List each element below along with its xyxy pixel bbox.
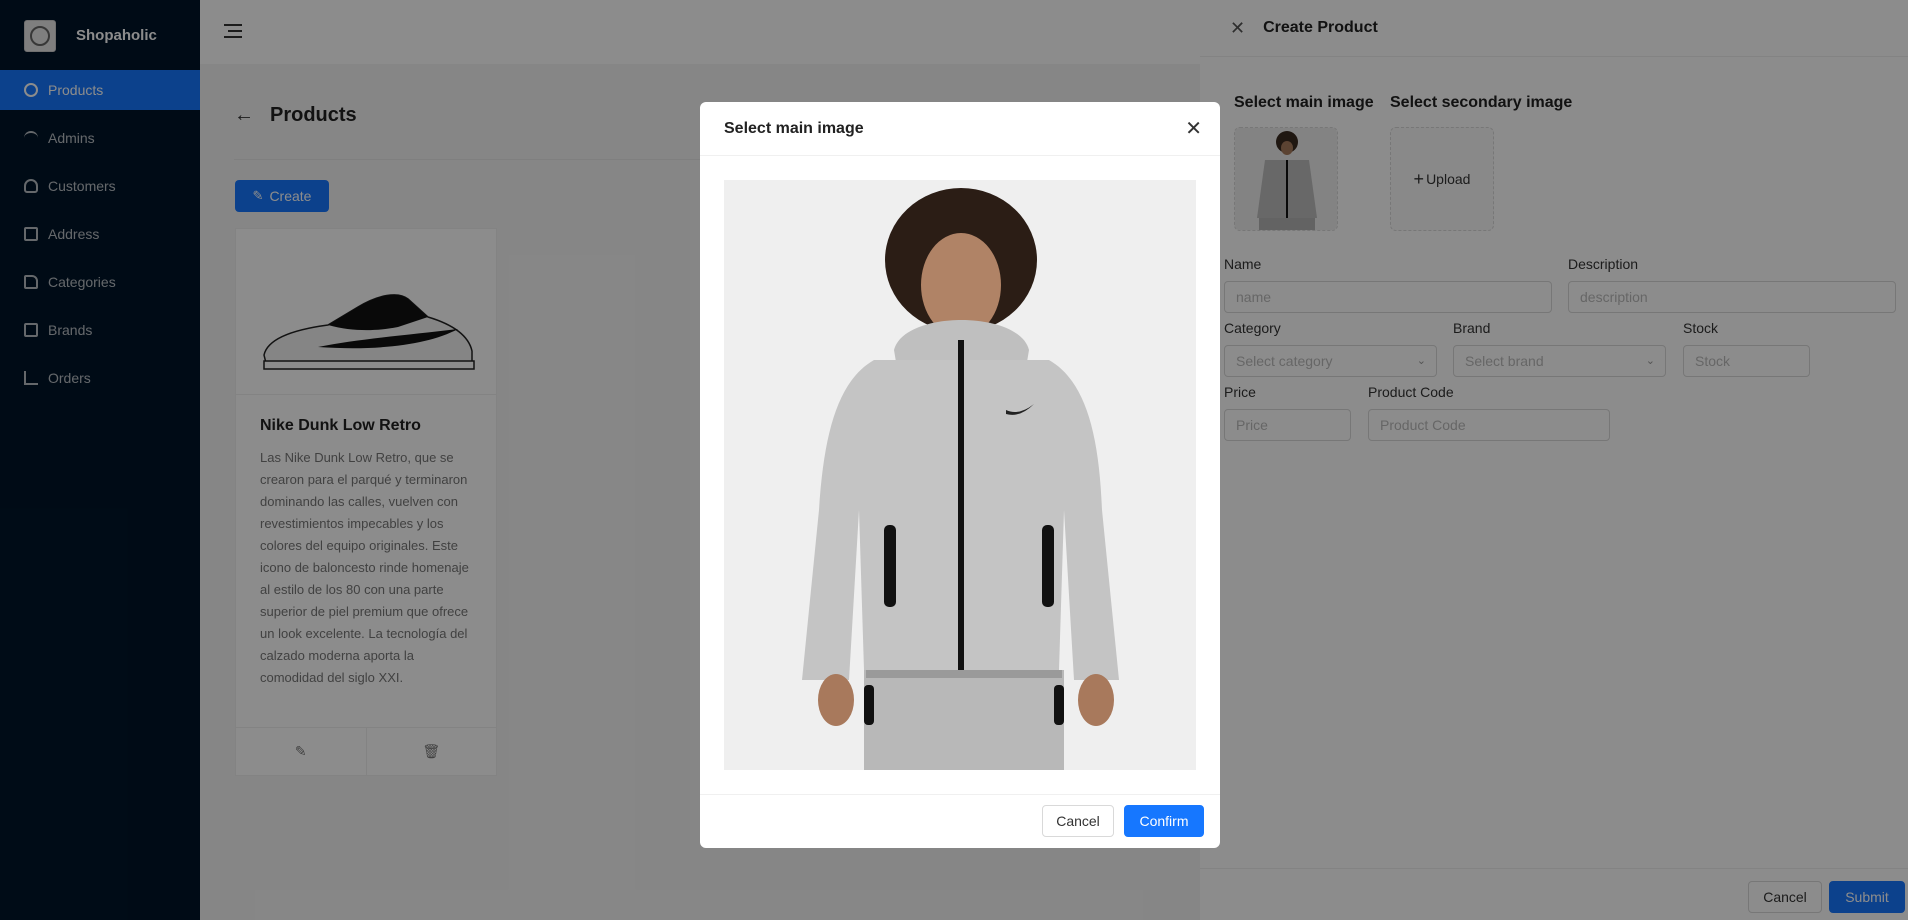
modal-title: Select main image bbox=[724, 119, 864, 137]
modal-cancel-button[interactable]: Cancel bbox=[1042, 805, 1114, 837]
modal-footer: Cancel Confirm bbox=[700, 794, 1220, 848]
hoodie-photo bbox=[724, 180, 1196, 770]
confirm-button[interactable]: Confirm bbox=[1124, 805, 1204, 837]
modal-header: Select main image ✕ bbox=[700, 102, 1220, 156]
close-icon[interactable]: ✕ bbox=[1185, 116, 1202, 141]
main-image-preview bbox=[724, 180, 1196, 770]
select-image-modal: Select main image ✕ Cancel Confirm bbox=[700, 102, 1220, 848]
